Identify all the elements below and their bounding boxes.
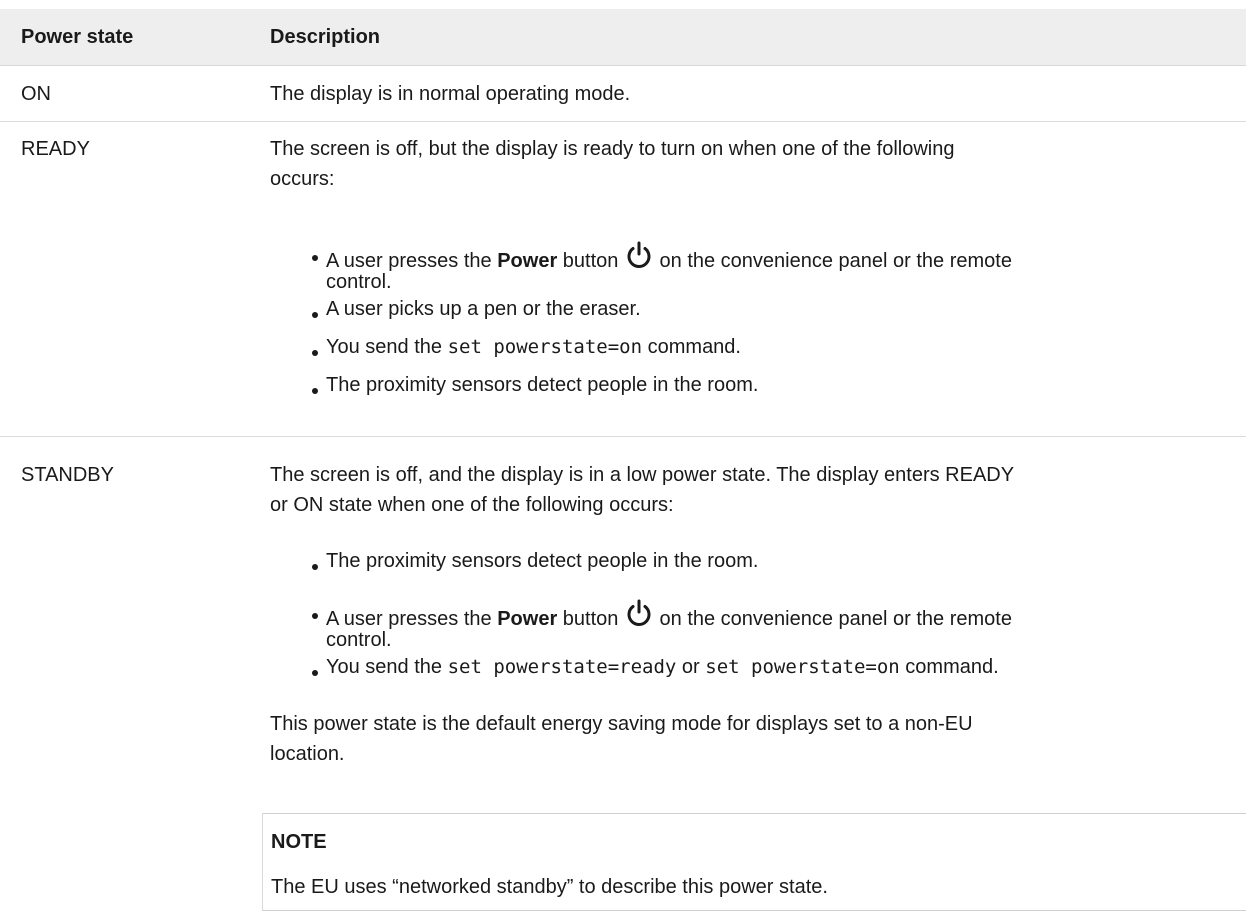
note-title: NOTE: [271, 831, 327, 853]
table-header-row: Power state Description: [0, 9, 1246, 66]
standby-bullet-3-post: command.: [899, 656, 999, 678]
bullet-dot: [312, 613, 318, 619]
table-row-on: ON The display is in normal operating mo…: [0, 66, 1246, 122]
command-code: set powerstate=on: [705, 656, 900, 678]
bullet-dot: [312, 350, 318, 356]
standby-bullet-2-post: on the convenience panel or the remote: [653, 608, 1012, 630]
power-label-bold: Power: [497, 250, 558, 272]
bullet-dot: [312, 670, 318, 676]
description-on: The display is in normal operating mode.: [270, 83, 631, 105]
ready-bullet-1-mid: button: [557, 250, 624, 272]
standby-intro-line-1: The screen is off, and the display is in…: [270, 464, 1015, 486]
standby-bullet-2-text: A user presses the: [326, 608, 498, 630]
standby-bullet-3-pre: You send the: [326, 656, 448, 678]
header-power-state: Power state: [21, 26, 134, 48]
ready-intro-line-1: The screen is off, but the display is re…: [270, 138, 955, 160]
standby-paragraph-line-2: location.: [270, 743, 345, 765]
header-description: Description: [270, 26, 381, 48]
ready-bullet-2: A user picks up a pen or the eraser.: [326, 298, 641, 320]
power-icon: [624, 598, 654, 628]
ready-bullet-1: A user presses the Power button on the c…: [326, 240, 1012, 273]
standby-paragraph-line-1: This power state is the default energy s…: [270, 713, 973, 735]
command-code: set powerstate=ready: [447, 656, 677, 678]
power-icon: [624, 240, 654, 270]
bullet-dot: [312, 388, 318, 394]
ready-bullet-3: You send the set powerstate=on command.: [326, 335, 741, 359]
power-label-bold: Power: [497, 608, 558, 630]
standby-bullet-1: The proximity sensors detect people in t…: [326, 550, 759, 572]
standby-bullet-3-mid: or: [676, 656, 706, 678]
bullet-dot: [312, 564, 318, 570]
state-on: ON: [21, 83, 51, 105]
state-ready: READY: [21, 138, 90, 160]
ready-bullet-4: The proximity sensors detect people in t…: [326, 374, 759, 396]
note-box: NOTE The EU uses “networked standby” to …: [262, 813, 1246, 911]
state-standby: STANDBY: [21, 464, 114, 486]
command-code: set powerstate=on: [447, 336, 643, 358]
table-row-ready: READY The screen is off, but the display…: [0, 122, 1246, 437]
ready-bullet-1-text: A user presses the: [326, 250, 498, 272]
ready-bullet-3-pre: You send the: [326, 336, 448, 358]
note-text: The EU uses “networked standby” to descr…: [271, 876, 828, 898]
ready-bullet-3-post: command.: [642, 336, 741, 358]
bullet-dot: [312, 255, 318, 261]
standby-intro-line-2: or ON state when one of the following oc…: [270, 494, 674, 516]
standby-bullet-2-line-2: control.: [326, 629, 392, 651]
ready-bullet-1-post: on the convenience panel or the remote: [653, 250, 1012, 272]
ready-intro-line-2: occurs:: [270, 168, 335, 190]
standby-bullet-3: You send the set powerstate=ready or set…: [326, 655, 999, 679]
standby-bullet-2-mid: button: [557, 608, 624, 630]
ready-bullet-1-line-2: control.: [326, 271, 392, 293]
standby-bullet-2: A user presses the Power button on the c…: [326, 598, 1012, 631]
table-row-standby: STANDBY The screen is off, and the displ…: [0, 437, 1246, 912]
bullet-dot: [312, 312, 318, 318]
